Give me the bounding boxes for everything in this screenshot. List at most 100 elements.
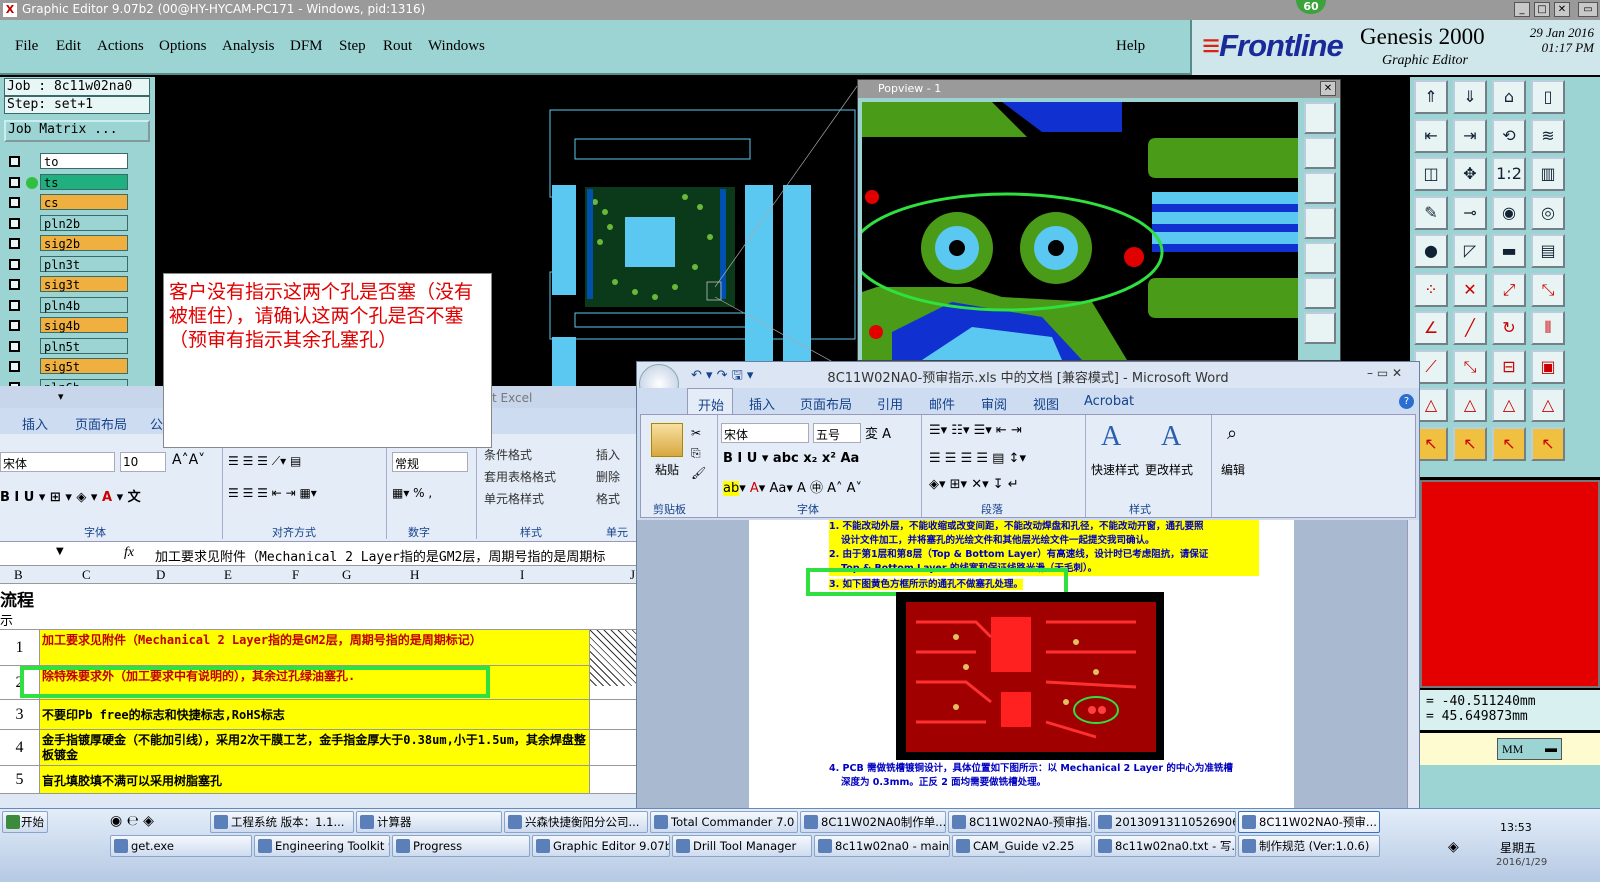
excel-number-icons[interactable]: ▦▾ % , [392,486,472,504]
word-para-icons[interactable]: ◈▾ ⊞▾ ✕▾ ↧ ↵ [929,477,1019,492]
taskbar-item[interactable]: 20130913110526906.... [1094,811,1236,833]
tool-button-11[interactable]: 1:2 [1492,157,1526,191]
tool-button-4[interactable]: ▯ [1531,80,1565,114]
taskbar-item[interactable]: Graphic Editor 9.07b2... [532,835,670,857]
popview-tool-button[interactable] [1304,207,1336,239]
tool-button-8[interactable]: ≋ [1531,118,1565,153]
word-tab-layout[interactable]: 页面布局 [800,394,852,413]
tool-button-20[interactable]: ▤ [1531,234,1565,268]
excel-format-cells[interactable]: 格式 [596,490,620,507]
taskbar-item[interactable]: get.exe [110,835,252,857]
column-header[interactable]: E [224,567,232,583]
namebox-dropdown-icon[interactable]: ▼ [56,546,64,557]
excel-font-select[interactable]: 宋体 [0,452,115,472]
menu-file[interactable]: File [15,38,38,55]
layer-checkbox[interactable] [9,361,20,372]
clipboard-icons[interactable]: ✂ ⎘ 🖌 [691,423,706,483]
quicklaunch-icons[interactable]: ◉ ℮ ◈ [110,813,210,833]
tool-button-5[interactable]: ⇤ [1414,118,1448,153]
minimize-button[interactable]: _ [1514,2,1530,17]
tool-button-28[interactable]: ⫴ [1531,311,1565,345]
layer-name[interactable]: pln4b [40,296,128,313]
tool-button-30[interactable]: ⤡ [1453,349,1487,384]
layer-name[interactable]: sig5t [40,358,128,374]
word-format-row1[interactable]: B I U ▾ abc x₂ x² Aa [723,451,859,466]
tool-button-14[interactable]: ⊸ [1453,195,1487,230]
column-header[interactable]: J [630,567,635,583]
excel-size-select[interactable]: 10 [120,452,166,472]
row-number[interactable]: 3 [0,700,40,729]
layer-checkbox[interactable] [9,340,20,352]
menu-rout[interactable]: Rout [383,38,412,55]
word-tab-acrobat[interactable]: Acrobat [1084,394,1134,409]
layer-checkbox[interactable] [9,299,20,311]
taskbar-item[interactable]: Total Commander 7.0 ... [650,811,798,833]
tool-button-19[interactable]: ▬ [1492,234,1526,268]
popview-canvas[interactable] [862,102,1298,360]
taskbar-item[interactable]: 8c11w02na0.txt - 写... [1094,835,1236,857]
column-header[interactable]: F [292,567,299,583]
tool-button-16[interactable]: ◎ [1531,195,1565,230]
step-field[interactable]: Step: set+1 [4,96,150,114]
layer-row-sig2b[interactable]: sig2b [6,235,150,252]
tool-button-7[interactable]: ⟲ [1492,118,1526,153]
tray-icons[interactable]: ◈ [1448,839,1468,859]
maximize-button[interactable]: □ [1534,2,1550,17]
tool-button-6[interactable]: ⇥ [1453,118,1487,153]
taskbar-item[interactable]: Drill Tool Manager [672,835,812,857]
tool-button-39[interactable]: ↖ [1492,426,1526,461]
excel-tab-insert[interactable]: 插入 [22,414,48,433]
column-header[interactable]: G [342,567,351,583]
excel-format-buttons[interactable]: B I U ▾ ⊞ ▾ ◈ ▾ A ▾ 文 [0,486,214,508]
layer-checkbox[interactable] [9,156,20,167]
tool-button-36[interactable]: △ [1531,388,1565,422]
edit-button[interactable]: 编辑 [1221,461,1245,478]
tool-button-32[interactable]: ▣ [1531,349,1565,384]
layer-checkbox[interactable] [9,176,20,188]
tool-button-25[interactable]: ∠ [1414,311,1448,345]
tool-button-38[interactable]: ↖ [1453,426,1487,461]
tool-button-22[interactable]: ✕ [1453,272,1487,307]
tool-button-26[interactable]: ╱ [1453,311,1487,345]
layer-row-pln3t[interactable]: pln3t [6,255,150,273]
table-cell[interactable]: 金手指镀厚硬金（不能加引线），采用2次干膜工艺，金手指金厚大于0.38um,小于… [40,730,590,765]
tool-button-13[interactable]: ✎ [1414,195,1448,230]
layer-name[interactable]: to [40,153,128,169]
layer-checkbox[interactable] [9,258,20,270]
row-number[interactable]: 5 [0,766,40,793]
tool-button-15[interactable]: ◉ [1492,195,1526,230]
layer-row-sig4b[interactable]: sig4b [6,317,150,334]
taskbar-item[interactable]: 8c11w02na0 - main_qa [814,835,950,857]
layer-row-ts[interactable]: ts [6,173,150,191]
close-button[interactable]: ✕ [1554,2,1570,17]
excel-align-top-icons[interactable]: ☰ ☰ ☰ ⟋▾ ▤ [228,454,368,472]
layer-checkbox[interactable] [9,279,20,290]
word-tab-mailings[interactable]: 邮件 [929,394,955,413]
quick-style-button[interactable]: 快速样式 [1091,461,1139,478]
word-tab-insert[interactable]: 插入 [749,394,775,413]
word-list-icons[interactable]: ☰▾ ☷▾ ☰▾ ⇤ ⇥ [929,423,1022,438]
column-header[interactable]: I [520,567,524,583]
excel-delete-cells[interactable]: 删除 [596,468,620,485]
tool-button-31[interactable]: ⊟ [1492,349,1526,384]
column-header[interactable]: B [14,567,23,583]
popview-close-button[interactable]: ✕ [1320,81,1336,96]
excel-qat-icon[interactable]: ▾ [58,390,64,403]
tool-button-2[interactable]: ⇓ [1453,80,1487,114]
menu-help[interactable]: Help [1116,38,1145,55]
word-tab-references[interactable]: 引用 [877,394,903,413]
layer-checkbox[interactable] [9,197,20,208]
layer-name[interactable]: ts [40,173,128,190]
menu-windows[interactable]: Windows [428,38,485,55]
tool-button-9[interactable]: ◫ [1414,157,1448,191]
tool-button-40[interactable]: ↖ [1531,426,1565,461]
taskbar-item[interactable]: Progress [392,835,530,857]
layer-name[interactable]: sig4b [40,317,128,333]
menu-options[interactable]: Options [159,38,207,55]
tool-button-1[interactable]: ⇑ [1414,80,1448,114]
job-matrix-button[interactable]: Job Matrix ... [4,120,150,142]
menu-edit[interactable]: Edit [56,38,81,55]
change-style-button[interactable]: 更改样式 [1145,461,1193,478]
layer-checkbox[interactable] [9,320,20,331]
column-header[interactable]: D [156,567,165,583]
